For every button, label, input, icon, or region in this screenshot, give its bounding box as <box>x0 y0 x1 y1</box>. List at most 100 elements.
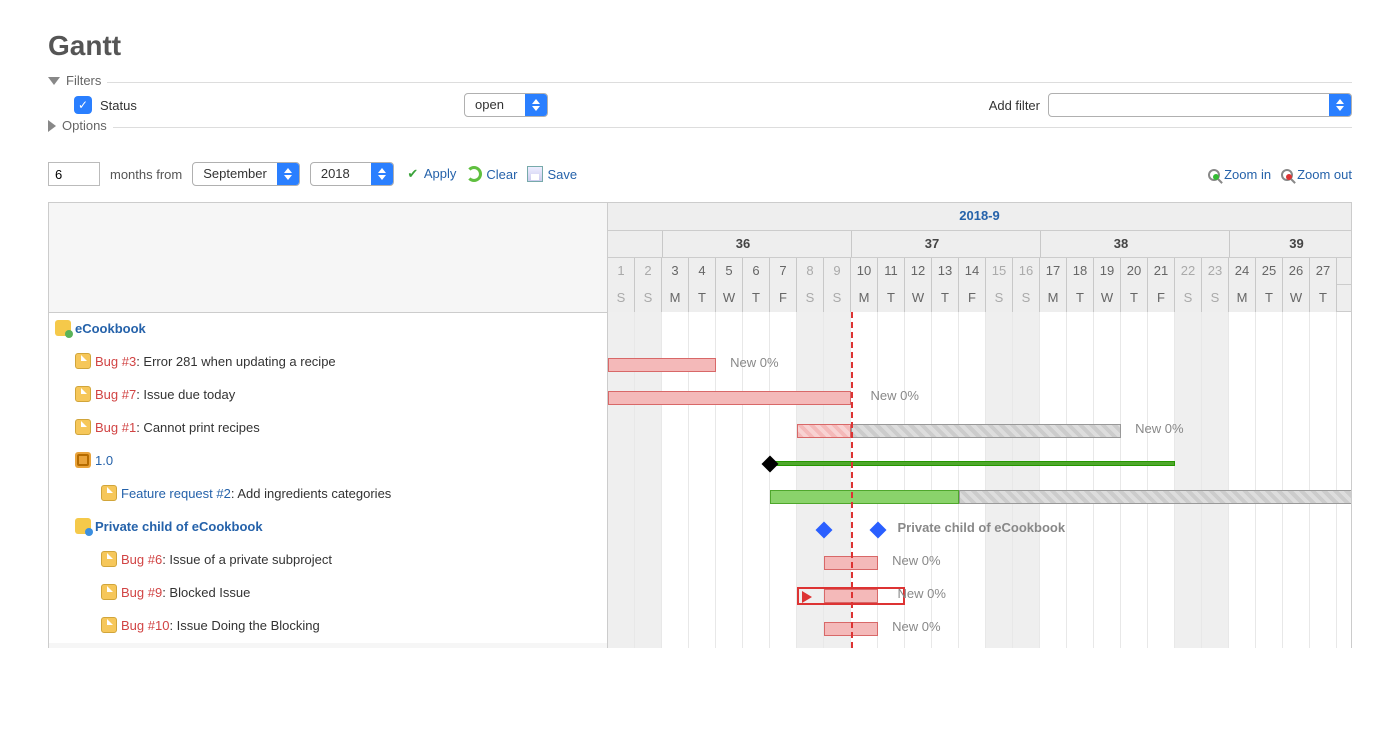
issue-title: : Issue of a private subproject <box>162 552 332 567</box>
save-link[interactable]: Save <box>527 166 577 182</box>
gantt-dayletter-cell: M <box>662 285 689 312</box>
gantt-month-header: 2018-9 <box>608 203 1351 231</box>
issue-title: : Blocked Issue <box>162 585 250 600</box>
gantt-subject-row[interactable]: Feature request #2: Add ingredients cate… <box>49 478 607 511</box>
issue-link[interactable]: Bug #7 <box>95 387 136 402</box>
gantt-task-bar[interactable] <box>608 391 851 405</box>
gantt-dayletter-header: SSMTWTFSSMTWTFSSMTWTFSSMTWT <box>608 285 1351 312</box>
gantt-daynum-cell: 8 <box>797 258 824 285</box>
clear-link[interactable]: Clear <box>466 166 517 182</box>
gantt-subject-row[interactable]: Bug #3: Error 281 when updating a recipe <box>49 346 607 379</box>
gantt-task-bar[interactable] <box>851 424 1121 438</box>
apply-link[interactable]: ✔Apply <box>404 166 457 182</box>
filters-toggle[interactable]: Filters <box>48 73 107 88</box>
gantt-subject-row[interactable]: Bug #10: Issue Doing the Blocking <box>49 610 607 643</box>
gantt-bar-row <box>608 315 1351 348</box>
issue-icon <box>75 353 91 369</box>
gantt-task-bar[interactable] <box>608 358 716 372</box>
issue-link[interactable]: Bug #3 <box>95 354 136 369</box>
gantt-subject-row[interactable]: Bug #7: Issue due today <box>49 379 607 412</box>
zoom-out-label: Zoom out <box>1297 167 1352 182</box>
options-toggle[interactable]: Options <box>48 118 113 133</box>
gantt-daynum-cell: 21 <box>1148 258 1175 285</box>
gantt-bar-label: New 0% <box>730 355 778 370</box>
filters-legend-label: Filters <box>66 73 101 88</box>
issue-link[interactable]: Bug #9 <box>121 585 162 600</box>
gantt-dayletter-cell: M <box>1229 285 1256 312</box>
gantt-bar-row: Private child of eCookbook <box>608 513 1351 546</box>
gantt-task-bar[interactable] <box>797 424 851 438</box>
gantt-bar-row: New 0% <box>608 414 1351 447</box>
gantt-dayletter-cell: S <box>797 285 824 312</box>
zoom-out-link[interactable]: Zoom out <box>1281 167 1352 182</box>
gantt-week-header: 36373839 <box>608 231 1351 258</box>
gantt-daynum-cell: 2 <box>635 258 662 285</box>
save-label: Save <box>547 167 577 182</box>
gantt-bar-label: Private child of eCookbook <box>898 520 1066 535</box>
gantt-week-number: 36 <box>736 236 750 251</box>
add-filter-select[interactable] <box>1048 93 1352 117</box>
project-link[interactable]: eCookbook <box>75 321 146 336</box>
gantt-dayletter-cell: M <box>851 285 878 312</box>
issue-title: : Issue due today <box>136 387 235 402</box>
gantt-milestone-diamond[interactable] <box>762 456 779 473</box>
zoom-in-link[interactable]: Zoom in <box>1208 167 1271 182</box>
gantt-subject-row[interactable]: Bug #9: Blocked Issue <box>49 577 607 610</box>
issue-icon <box>101 485 117 501</box>
save-icon <box>527 166 543 182</box>
gantt-daynum-cell: 5 <box>716 258 743 285</box>
select-arrows-icon <box>525 94 547 116</box>
month-select[interactable]: September <box>192 162 300 186</box>
gantt-daynum-cell: 14 <box>959 258 986 285</box>
gantt-subject-row[interactable]: Bug #6: Issue of a private subproject <box>49 544 607 577</box>
gantt-daynum-cell: 16 <box>1013 258 1040 285</box>
gantt-daynum-cell: 24 <box>1229 258 1256 285</box>
issue-icon <box>75 419 91 435</box>
issue-title: : Issue Doing the Blocking <box>169 618 319 633</box>
project-link[interactable]: Private child of eCookbook <box>95 519 263 534</box>
gantt-milestone-diamond[interactable] <box>816 522 833 539</box>
version-icon <box>75 452 91 468</box>
gantt-dayletter-cell: W <box>905 285 932 312</box>
gantt-daynum-cell: 3 <box>662 258 689 285</box>
gantt-dayletter-cell: S <box>1013 285 1040 312</box>
gantt-bar-label: New 0% <box>1135 421 1183 436</box>
gantt-dayletter-cell: T <box>932 285 959 312</box>
gantt-bar-row <box>608 480 1351 513</box>
year-select[interactable]: 2018 <box>310 162 394 186</box>
options-legend-label: Options <box>62 118 107 133</box>
status-operator-value: open <box>465 94 525 116</box>
gantt-subject-row[interactable]: eCookbook <box>49 313 607 346</box>
gantt-daynum-cell: 6 <box>743 258 770 285</box>
issue-link[interactable]: Feature request #2 <box>121 486 231 501</box>
check-icon: ✔ <box>404 166 422 182</box>
issue-title: : Error 281 when updating a recipe <box>136 354 335 369</box>
gantt-task-bar[interactable] <box>959 490 1352 504</box>
issue-link[interactable]: Bug #1 <box>95 420 136 435</box>
gantt-relation-arrow-icon <box>802 591 812 603</box>
issue-link[interactable]: Bug #10 <box>121 618 169 633</box>
gantt-grid: New 0% New 0% New 0% Private child of eCook… <box>608 312 1351 648</box>
gantt-task-bar[interactable] <box>770 490 959 504</box>
issue-icon <box>101 584 117 600</box>
gantt-bar-row: New 0% <box>608 546 1351 579</box>
gantt-subject-row[interactable]: Private child of eCookbook <box>49 511 607 544</box>
gantt-daynum-cell: 4 <box>689 258 716 285</box>
gantt-timeline[interactable]: 2018-9 36373839 123456789101112131415161… <box>608 203 1352 648</box>
gantt-subject-row[interactable]: Bug #1: Cannot print recipes <box>49 412 607 445</box>
gantt-subject-row[interactable]: 1.0 <box>49 445 607 478</box>
gantt-dayletter-cell: F <box>959 285 986 312</box>
issue-link[interactable]: Bug #6 <box>121 552 162 567</box>
version-link[interactable]: 1.0 <box>95 453 113 468</box>
select-arrows-icon <box>277 163 299 185</box>
status-checkbox[interactable]: ✓ <box>74 96 92 114</box>
status-operator-select[interactable]: open <box>464 93 548 117</box>
chevron-right-icon <box>48 120 56 132</box>
gantt-subjects-column: eCookbook Bug #3: Error 281 when updating… <box>48 203 608 648</box>
issue-icon <box>101 617 117 633</box>
gantt-daynum-cell: 1 <box>608 258 635 285</box>
gantt-daynum-cell: 7 <box>770 258 797 285</box>
gantt-milestone-diamond[interactable] <box>870 522 887 539</box>
select-arrows-icon <box>371 163 393 185</box>
months-input[interactable] <box>48 162 100 186</box>
